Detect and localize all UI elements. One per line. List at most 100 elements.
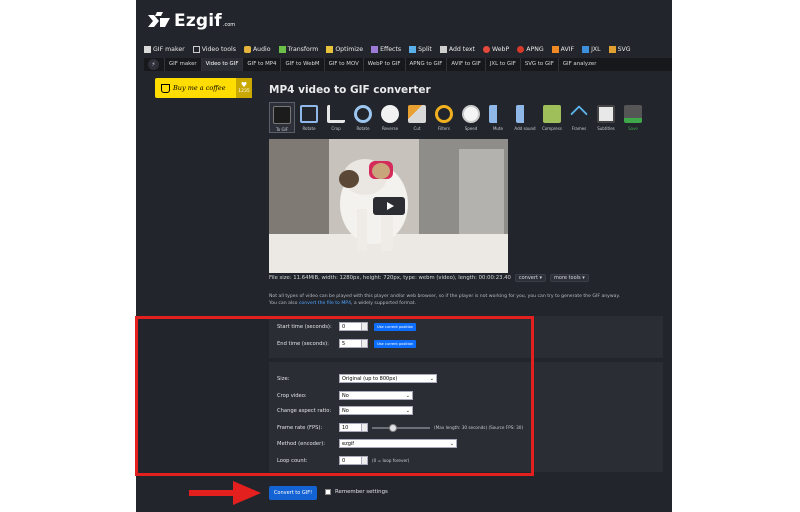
tool-label: Mute xyxy=(492,126,503,131)
coffee-cup-icon xyxy=(161,83,170,93)
file-info: File size: 11.64MiB, width: 1280px, heig… xyxy=(269,274,589,282)
tab-gif-to-webm[interactable]: GIF to WebM xyxy=(280,58,323,71)
nav-gif-maker[interactable]: GIF maker xyxy=(144,45,185,53)
crop-icon xyxy=(327,105,345,123)
clapper-icon xyxy=(273,106,291,124)
tool-subtitles[interactable]: Subtitles xyxy=(593,102,619,133)
tool-reverse[interactable]: Reverse xyxy=(377,102,403,133)
nav-audio[interactable]: Audio xyxy=(243,45,271,53)
logo-icon xyxy=(148,12,170,27)
optimize-icon xyxy=(326,45,334,53)
remember-checkbox[interactable] xyxy=(325,489,331,495)
tool-label: To GIF xyxy=(275,127,289,132)
remember-settings[interactable]: Remember settings xyxy=(325,489,388,495)
tool-label: Filters xyxy=(438,126,450,131)
tool-label: Cut xyxy=(413,126,421,131)
nav-split[interactable]: Split xyxy=(409,45,432,53)
tool-crop[interactable]: Crop xyxy=(323,102,349,133)
remember-label: Remember settings xyxy=(335,489,388,495)
nav-video-tools[interactable]: Video tools xyxy=(192,45,236,53)
video-player[interactable] xyxy=(269,139,508,273)
nav-svg[interactable]: SVG xyxy=(608,45,631,53)
bolt-icon[interactable]: ⚡ xyxy=(148,59,159,70)
play-icon xyxy=(386,202,394,210)
tool-speed[interactable]: Speed xyxy=(458,102,484,133)
tab-gif-to-mov[interactable]: GIF to MOV xyxy=(323,58,363,71)
tool-filters[interactable]: Filters xyxy=(431,102,457,133)
tool-add-sound[interactable]: Add sound xyxy=(512,102,538,133)
sub-nav: ⚡ GIF maker Video to GIF GIF to MP4 GIF … xyxy=(144,58,672,71)
save-icon xyxy=(624,105,642,123)
compress-icon xyxy=(543,105,561,123)
note-line-2: You can also convert the file to MP4, a … xyxy=(269,300,664,307)
nav-label: Video tools xyxy=(201,45,236,53)
nav-jxl[interactable]: JXL xyxy=(582,45,601,53)
nav-apng[interactable]: APNG xyxy=(517,45,544,53)
brand-suffix: .com xyxy=(222,22,236,28)
tab-webp-to-gif[interactable]: WebP to GIF xyxy=(362,58,405,71)
text-icon xyxy=(439,45,447,53)
coffee-label: Buy me a coffee xyxy=(173,84,226,92)
ezgif-logo[interactable]: Ezgif .com xyxy=(148,10,235,32)
play-button[interactable] xyxy=(373,197,405,215)
file-info-text: File size: 11.64MiB, width: 1280px, heig… xyxy=(269,275,511,281)
filters-icon xyxy=(435,105,453,123)
tool-save[interactable]: Save xyxy=(620,102,646,133)
avif-icon xyxy=(551,45,559,53)
nav-avif[interactable]: AVIF xyxy=(551,45,575,53)
film-icon xyxy=(144,45,151,53)
rotate-icon xyxy=(354,105,372,123)
nav-label: AVIF xyxy=(560,45,575,53)
tool-resize[interactable]: Rotate xyxy=(296,102,322,133)
convert-to-mp4-link[interactable]: convert the file to MP4 xyxy=(299,301,351,306)
tool-label: Reverse xyxy=(381,126,399,131)
tool-cut[interactable]: Cut xyxy=(404,102,430,133)
tool-label: Save xyxy=(628,126,638,131)
tab-gif-maker[interactable]: GIF maker xyxy=(164,58,201,71)
tab-avif-to-gif[interactable]: AVIF to GIF xyxy=(446,58,484,71)
nav-label: Transform xyxy=(287,45,319,53)
nav-add-text[interactable]: Add text xyxy=(439,45,475,53)
nav-label: SVG xyxy=(617,45,631,53)
stopwatch-icon xyxy=(462,105,480,123)
tool-label: Subtitles xyxy=(597,126,615,131)
tool-label: Crop xyxy=(331,126,341,131)
nav-optimize[interactable]: Optimize xyxy=(326,45,364,53)
tab-gif-to-mp4[interactable]: GIF to MP4 xyxy=(242,58,280,71)
main-nav: GIF maker Video tools Audio Transform Op… xyxy=(144,42,672,56)
tab-jxl-to-gif[interactable]: JXL to GIF xyxy=(484,58,520,71)
buy-me-a-coffee-button[interactable]: Buy me a coffee ♥ 1235 xyxy=(155,78,252,98)
nav-label: Optimize xyxy=(335,45,364,53)
tool-mute[interactable]: Mute xyxy=(485,102,511,133)
tab-video-to-gif[interactable]: Video to GIF xyxy=(200,58,243,71)
page-title: MP4 video to GIF converter xyxy=(269,84,431,96)
subtitles-icon xyxy=(597,105,615,123)
tool-frames[interactable]: Frames xyxy=(566,102,592,133)
tool-label: Compress xyxy=(542,126,562,131)
tab-svg-to-gif[interactable]: SVG to GIF xyxy=(519,58,558,71)
nav-transform[interactable]: Transform xyxy=(278,45,319,53)
convert-to-gif-button[interactable]: Convert to GIF! xyxy=(269,486,317,500)
split-icon xyxy=(409,45,417,53)
tool-compress[interactable]: Compress xyxy=(539,102,565,133)
tool-rotate[interactable]: Rotate xyxy=(350,102,376,133)
nav-effects[interactable]: Effects xyxy=(371,45,401,53)
player-note: Not all types of video can be played wit… xyxy=(269,293,664,307)
convert-dropdown[interactable]: convert ▾ xyxy=(514,274,547,282)
more-tools-dropdown[interactable]: more tools ▾ xyxy=(550,274,589,282)
nav-label: APNG xyxy=(526,45,544,53)
resize-icon xyxy=(300,105,318,123)
heart-icon: ♥ xyxy=(240,81,248,89)
nav-label: Split xyxy=(418,45,432,53)
scissors-icon xyxy=(408,105,426,123)
apng-icon xyxy=(517,45,525,53)
tool-label: Rotate xyxy=(356,126,370,131)
nav-label: GIF maker xyxy=(153,45,185,53)
nav-label: WebP xyxy=(492,45,510,53)
tool-to-gif[interactable]: To GIF xyxy=(269,102,295,133)
tool-bar: To GIF Rotate Crop Rotate Reverse Cut Fi… xyxy=(269,102,646,133)
red-arrow-annotation xyxy=(189,481,261,505)
tab-apng-to-gif[interactable]: APNG to GIF xyxy=(404,58,447,71)
tab-gif-analyzer[interactable]: GIF analyzer xyxy=(557,58,601,71)
nav-webp[interactable]: WebP xyxy=(483,45,510,53)
